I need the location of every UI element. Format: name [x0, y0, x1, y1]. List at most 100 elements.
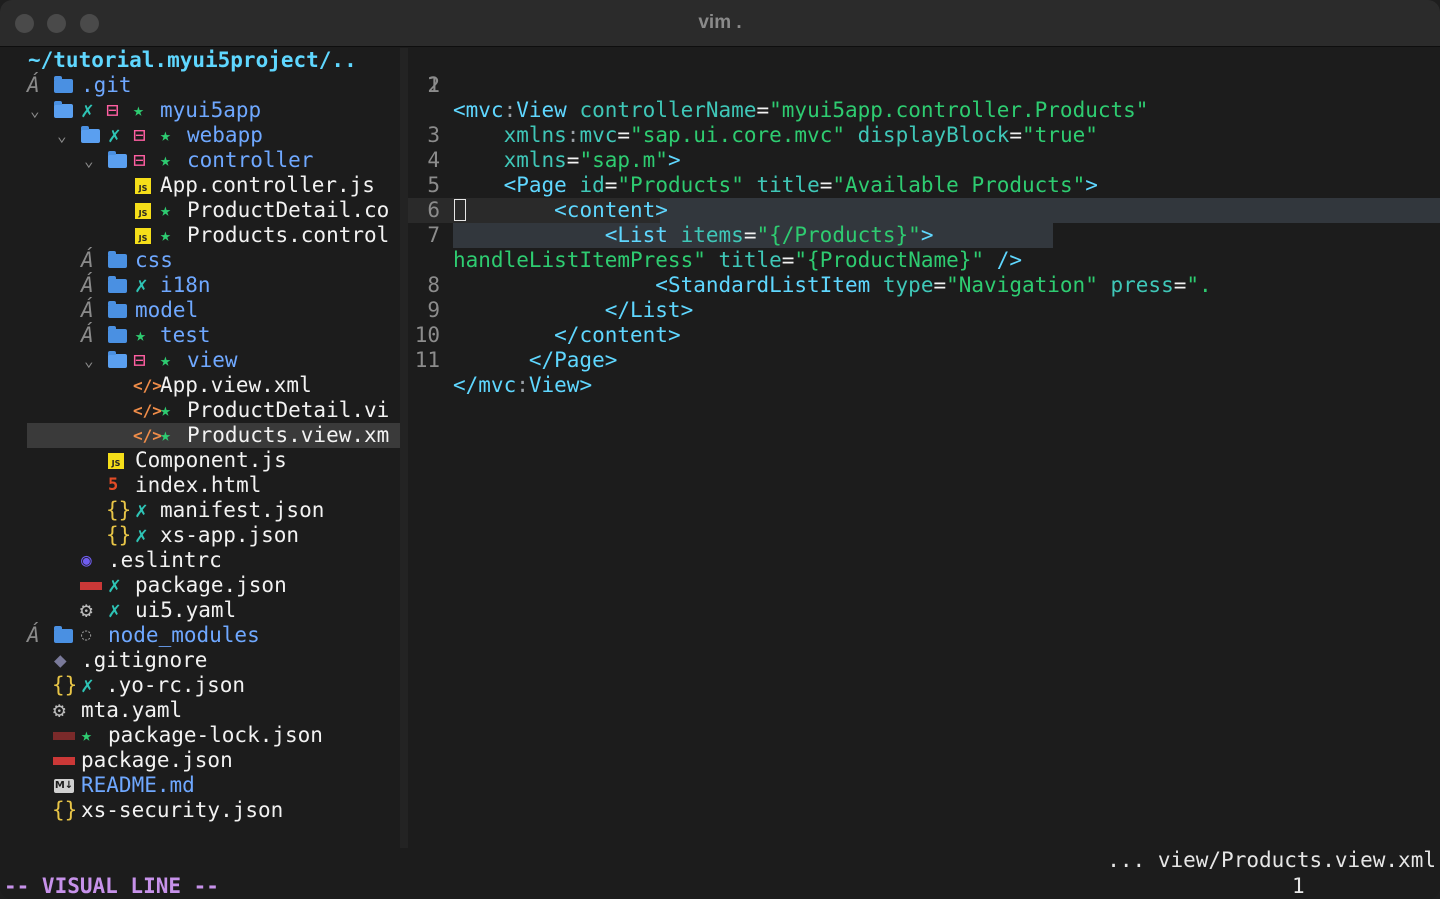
git-new-icon: ★	[135, 325, 146, 346]
token: =	[933, 273, 947, 297]
chevron-down-icon[interactable]: ⌄	[30, 98, 40, 123]
tree-item-test[interactable]: Á ★ test	[0, 323, 400, 348]
token: =	[617, 123, 631, 147]
git-modified-icon: ✗	[135, 498, 148, 522]
tree-item-git[interactable]: Á .git	[0, 73, 400, 98]
tree-item-label: .eslintrc	[108, 548, 222, 572]
tree-item-label: package-lock.json	[108, 723, 323, 747]
xml-file-icon: </>	[133, 376, 162, 395]
token: :	[503, 98, 517, 122]
tree-item-mta-yaml[interactable]: ⚙ mta.yaml	[0, 698, 400, 723]
text-cursor	[454, 199, 466, 221]
tree-item-node-modules[interactable]: Á ◌ node_modules	[0, 623, 400, 648]
code-line-6[interactable]: 6 <List items="{/Products}">	[408, 173, 933, 247]
tree-item-productdetail-view[interactable]: </> ★ ProductDetail.vi	[0, 398, 400, 423]
chevron-down-icon[interactable]: ⌄	[84, 348, 94, 373]
token: </Page>	[528, 348, 618, 372]
token: <List	[604, 223, 668, 247]
git-new-icon: ★	[160, 225, 171, 246]
tree-item-ui5-yaml[interactable]: ⚙ ✗ ui5.yaml	[0, 598, 400, 623]
code-line-7[interactable]: 7 <StandardListItem type="Navigation" pr…	[408, 198, 1212, 297]
tree-item-products-controller[interactable]: JS ★ Products.control	[0, 223, 400, 248]
tree-item-myui5app[interactable]: ⌄ ✗ ⊟ ★ myui5app	[0, 98, 400, 123]
tree-item-productdetail-controller[interactable]: JS ★ ProductDetail.co	[0, 198, 400, 223]
javascript-file-icon: JS	[135, 228, 151, 244]
code-line-2[interactable]: 2 xmlns:mvc="sap.ui.core.mvc" displayBlo…	[408, 73, 1098, 147]
xml-file-icon: </>	[133, 401, 162, 420]
tree-item-products-view-selected[interactable]: </> ★ Products.view.xm	[27, 423, 400, 448]
token: "{ProductName}"	[794, 248, 985, 272]
selection-count: 1	[1292, 874, 1305, 898]
git-modified-icon: ✗	[108, 123, 121, 147]
code-line-11[interactable]: 11 </mvc:View>	[408, 323, 592, 397]
git-new-icon: ★	[81, 725, 92, 746]
token: =	[1009, 123, 1023, 147]
tree-item-controller[interactable]: ⌄ ⊟ ★ controller	[0, 148, 400, 173]
token: press	[1110, 273, 1174, 297]
tree-item-app-controller-js[interactable]: JS App.controller.js	[0, 173, 400, 198]
git-modified-icon: ✗	[81, 673, 94, 697]
file-path: ... view/Products.view.xml	[1107, 848, 1436, 872]
javascript-file-icon: JS	[108, 453, 124, 469]
token: handleListItemPress"	[453, 248, 706, 272]
git-file-icon: ◆	[54, 648, 67, 672]
tree-item-view[interactable]: ⌄ ⊟ ★ view	[0, 348, 400, 373]
tree-item-index-html[interactable]: 5 index.html	[0, 473, 400, 498]
folder-icon	[108, 251, 127, 268]
npm-file-icon	[53, 732, 75, 740]
token: =	[756, 98, 770, 122]
tree-item-package-lock-json[interactable]: ★ package-lock.json	[0, 723, 400, 748]
tree-item-eslintrc[interactable]: ◉ .eslintrc	[0, 548, 400, 573]
git-ignored-icon: Á	[27, 623, 40, 647]
token: </content>	[554, 323, 681, 347]
code-line-7-wrap[interactable]: handleListItemPress" title="{ProductName…	[408, 223, 1022, 272]
folder-open-icon	[54, 101, 73, 118]
tree-item-app-view-xml[interactable]: </> App.view.xml	[0, 373, 400, 398]
token: ".	[1186, 273, 1212, 297]
code-line-4[interactable]: 4 <Page id="Products" title="Available P…	[408, 123, 1098, 197]
token: View	[516, 98, 567, 122]
split-separator[interactable]	[400, 48, 408, 848]
git-modified-icon: ✗	[108, 598, 121, 622]
tree-item-yo-rc-json[interactable]: {} ✗ .yo-rc.json	[0, 673, 400, 698]
folder-open-icon	[108, 151, 127, 168]
mode-indicator: -- VISUAL LINE --	[4, 874, 219, 898]
git-modified-icon: ✗	[135, 523, 148, 547]
code-line-1[interactable]: 1 <mvc:View controllerName="myui5app.con…	[408, 48, 1148, 122]
tree-item-package-json-project[interactable]: ✗ package.json	[0, 573, 400, 598]
tree-item-model[interactable]: Á model	[0, 298, 400, 323]
tree-item-label: package.json	[81, 748, 233, 772]
token: =	[604, 173, 618, 197]
code-editor[interactable]: 1 <mvc:View controllerName="myui5app.con…	[408, 48, 1440, 848]
code-line-5[interactable]: 5 <content>	[408, 148, 668, 222]
tree-item-component-js[interactable]: JS Component.js	[0, 448, 400, 473]
tree-item-manifest-json[interactable]: {} ✗ manifest.json	[0, 498, 400, 523]
code-line-3[interactable]: 3 xmlns="sap.m">	[408, 98, 680, 172]
tree-item-package-json[interactable]: package.json	[0, 748, 400, 773]
json-file-icon: {}	[106, 498, 132, 522]
token: items	[680, 223, 744, 247]
tree-item-xs-security-json[interactable]: {} xs-security.json	[0, 798, 400, 823]
tree-item-label: model	[135, 298, 199, 322]
tree-item-label: ProductDetail.co	[187, 198, 390, 222]
command-line[interactable]: -- VISUAL LINE -- 1	[0, 873, 1440, 899]
code-line-8[interactable]: 8 </List>	[408, 248, 693, 322]
tree-item-gitignore[interactable]: ◆ .gitignore	[0, 648, 400, 673]
token: =	[819, 173, 833, 197]
chevron-down-icon[interactable]: ⌄	[84, 148, 94, 173]
token: </mvc	[453, 373, 517, 397]
chevron-down-icon[interactable]: ⌄	[57, 123, 67, 148]
token: "myui5app.controller.Products"	[769, 98, 1149, 122]
tree-item-css[interactable]: Á css	[0, 248, 400, 273]
git-ignored-dotted-icon: ◌	[81, 625, 92, 645]
git-modified-icon: ✗	[81, 98, 94, 122]
code-line-9[interactable]: 9 </content>	[408, 273, 680, 347]
tree-item-i18n[interactable]: Á ✗ i18n	[0, 273, 400, 298]
tree-item-xs-app-json[interactable]: {} ✗ xs-app.json	[0, 523, 400, 548]
code-line-10[interactable]: 10 </Page>	[408, 298, 618, 372]
token: "{/Products}"	[756, 223, 921, 247]
tree-item-readme-md[interactable]: M↓ README.md	[0, 773, 400, 798]
tree-root[interactable]: ~/tutorial.myui5project/..	[0, 48, 400, 73]
tree-item-webapp[interactable]: ⌄ ✗ ⊟ ★ webapp	[0, 123, 400, 148]
git-ignored-icon: Á	[27, 73, 40, 97]
